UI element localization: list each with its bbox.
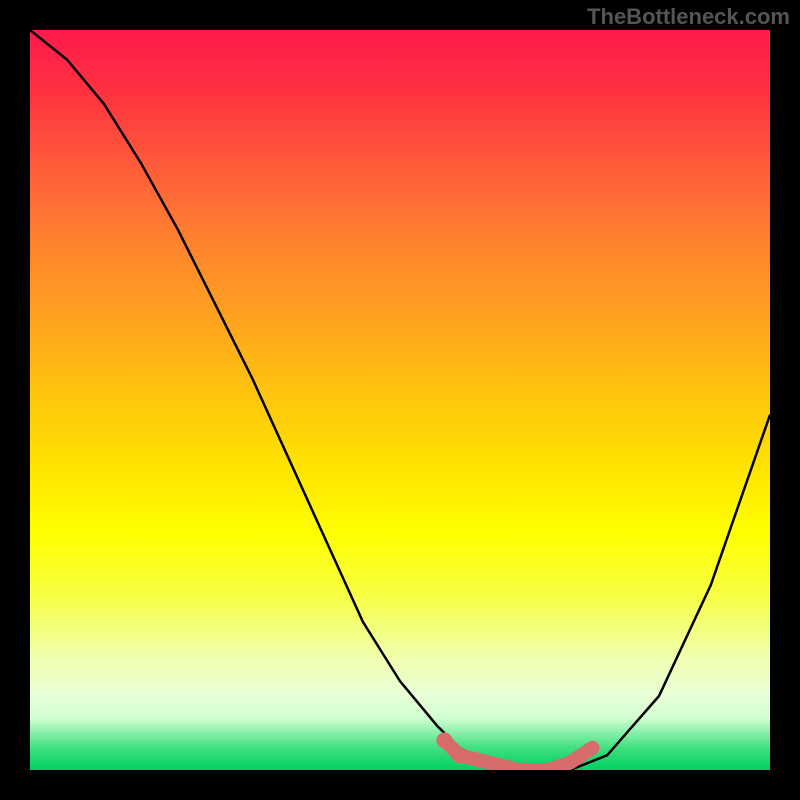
chart-svg [30, 30, 770, 770]
bottleneck-curve-path [30, 30, 770, 770]
highlight-dot [436, 732, 452, 748]
chart-plot-area [30, 30, 770, 770]
watermark-text: TheBottleneck.com [587, 4, 790, 30]
highlight-dot [451, 747, 467, 763]
